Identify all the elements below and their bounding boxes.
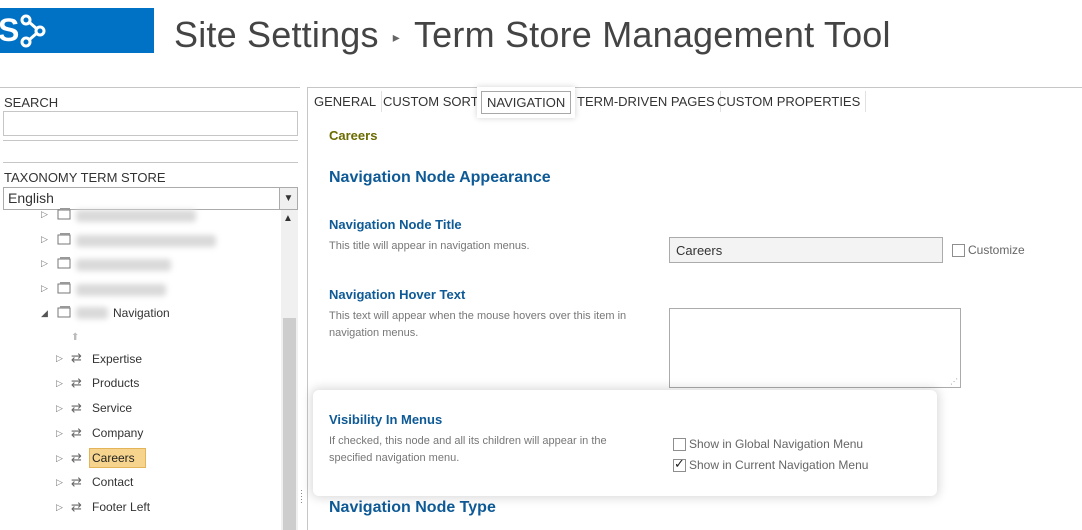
- language-select[interactable]: English ▼: [3, 187, 298, 210]
- resize-grip-icon[interactable]: ⋰: [950, 377, 958, 386]
- hover-text-input[interactable]: ⋰: [669, 308, 961, 388]
- arrow-up-icon[interactable]: ⬆: [71, 332, 79, 343]
- term-icon: ⇄: [71, 375, 82, 390]
- breadcrumb-site-settings[interactable]: Site Settings: [174, 14, 379, 55]
- expand-icon[interactable]: ▷: [56, 453, 63, 464]
- termset-icon: [57, 208, 71, 220]
- tab-custom-properties[interactable]: CUSTOM PROPERTIES: [712, 91, 867, 112]
- node-title-desc: This title will appear in navigation men…: [329, 240, 530, 252]
- blurred-label: [76, 307, 108, 319]
- search-input[interactable]: [3, 111, 298, 136]
- divider: [3, 162, 298, 163]
- tab-navigation[interactable]: NAVIGATION: [481, 91, 572, 114]
- expand-icon[interactable]: ▷: [41, 283, 48, 294]
- scrollbar-thumb[interactable]: [283, 318, 296, 530]
- share-icon: [20, 14, 46, 48]
- tab-term-driven-pages[interactable]: TERM-DRIVEN PAGES: [572, 91, 721, 112]
- expand-icon[interactable]: ▷: [56, 378, 63, 389]
- tab-custom-sort[interactable]: CUSTOM SORT: [378, 91, 485, 112]
- termset-icon: [57, 257, 71, 269]
- term-name: Careers: [329, 128, 378, 143]
- scroll-up-icon[interactable]: ▲: [283, 213, 293, 224]
- blurred-label: [76, 235, 216, 247]
- term-icon: ⇄: [71, 400, 82, 415]
- hover-text-desc: This text will appear when the mouse hov…: [329, 310, 627, 339]
- term-icon: ⇄: [71, 450, 82, 465]
- termset-icon: [57, 282, 71, 294]
- tree-item-expertise[interactable]: Expertise: [92, 350, 142, 368]
- expand-icon[interactable]: ▷: [41, 258, 48, 269]
- expand-icon[interactable]: ▷: [41, 234, 48, 245]
- chevron-down-icon[interactable]: ▼: [279, 188, 297, 209]
- visibility-label: Visibility In Menus: [329, 412, 443, 427]
- expand-icon[interactable]: ▷: [56, 477, 63, 488]
- tree-item-company[interactable]: Company: [92, 424, 143, 442]
- termset-icon: [57, 306, 71, 318]
- current-nav-checkbox[interactable]: [673, 456, 686, 472]
- taxonomy-label: TAXONOMY TERM STORE: [4, 170, 166, 185]
- sharepoint-logo[interactable]: S: [0, 8, 154, 53]
- expand-icon[interactable]: ▷: [41, 209, 48, 220]
- collapse-icon[interactable]: ◢: [41, 308, 48, 319]
- appearance-heading: Navigation Node Appearance: [329, 169, 551, 186]
- expand-icon[interactable]: ▷: [56, 353, 63, 364]
- expand-icon[interactable]: ▷: [56, 428, 63, 439]
- node-type-heading: Navigation Node Type: [329, 499, 496, 516]
- tree-item-contact[interactable]: Contact: [92, 473, 133, 491]
- breadcrumb-separator: ▸: [392, 28, 400, 45]
- panel-splitter[interactable]: · · · · ·: [300, 486, 303, 507]
- global-nav-checkbox[interactable]: [673, 438, 686, 451]
- expand-icon[interactable]: ▷: [56, 403, 63, 414]
- visibility-desc: If checked, this node and all its childr…: [329, 435, 607, 464]
- blurred-label: [76, 284, 166, 296]
- tab-general[interactable]: GENERAL: [309, 91, 383, 112]
- tree-item-navigation[interactable]: Navigation: [113, 304, 170, 322]
- global-nav-label: Show in Global Navigation Menu: [689, 437, 864, 451]
- tree-item-service[interactable]: Service: [92, 399, 132, 417]
- term-icon: ⇄: [71, 499, 82, 514]
- left-panel-border: [0, 87, 300, 88]
- tree-item-footer-left[interactable]: Footer Left: [92, 498, 150, 516]
- hover-text-label: Navigation Hover Text: [329, 287, 466, 302]
- blurred-label: [76, 210, 196, 222]
- node-title-value: Careers: [676, 243, 723, 258]
- customize-label: Customize: [968, 243, 1025, 257]
- term-icon: ⇄: [71, 350, 82, 365]
- customize-checkbox[interactable]: [952, 244, 965, 257]
- tree-item-products[interactable]: Products: [92, 374, 139, 392]
- right-panel-border: [307, 87, 308, 530]
- node-title-input[interactable]: Careers: [669, 237, 943, 263]
- logo-letter: S: [0, 12, 20, 48]
- term-icon: ⇄: [71, 474, 82, 489]
- right-panel-border: [307, 87, 1082, 88]
- termset-icon: [57, 233, 71, 245]
- breadcrumb-term-store: Term Store Management Tool: [413, 14, 891, 55]
- expand-icon[interactable]: ▷: [56, 502, 63, 513]
- divider: [3, 140, 298, 141]
- search-label: SEARCH: [4, 95, 59, 110]
- tree-item-careers[interactable]: Careers: [92, 449, 135, 467]
- current-nav-label: Show in Current Navigation Menu: [689, 458, 869, 472]
- page-title: Site Settings ▸ Term Store Management Tool: [174, 14, 891, 64]
- blurred-label: [76, 259, 171, 271]
- term-icon: ⇄: [71, 425, 82, 440]
- language-value: English: [8, 190, 54, 206]
- node-title-label: Navigation Node Title: [329, 217, 462, 232]
